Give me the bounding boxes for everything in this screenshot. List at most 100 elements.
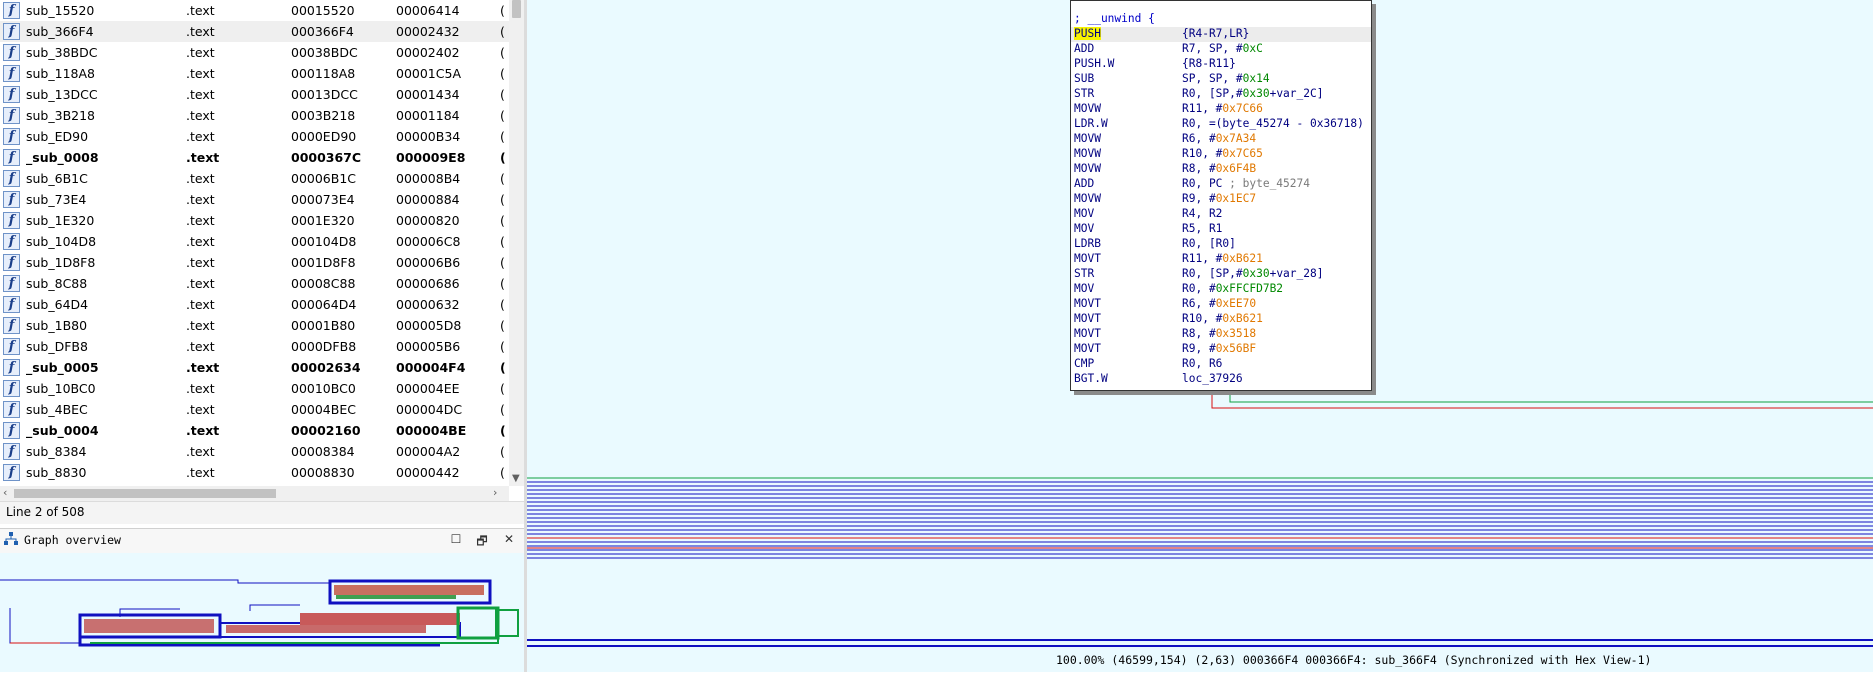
- asm-line[interactable]: MOVW R10, #0x7C65: [1071, 147, 1371, 162]
- function-icon: f: [3, 254, 20, 271]
- asm-line[interactable]: MOV R4, R2: [1071, 207, 1371, 222]
- asm-mnemonic: ADD: [1074, 177, 1095, 190]
- function-name: sub_73E4: [26, 192, 87, 207]
- table-row[interactable]: f sub_38BDC .text 00038BDC 00002402 (: [0, 42, 509, 63]
- restore-icon[interactable]: 🗗: [474, 532, 490, 553]
- function-segment: .text: [186, 150, 220, 165]
- table-row[interactable]: f sub_8C88 .text 00008C88 00000686 (: [0, 273, 509, 294]
- asm-operands: loc_37926: [1182, 372, 1243, 385]
- table-row[interactable]: f sub_104D8 .text 000104D8 000006C8 (: [0, 231, 509, 252]
- table-row[interactable]: f sub_1D8F8 .text 0001D8F8 000006B6 (: [0, 252, 509, 273]
- table-row[interactable]: f sub_118A8 .text 000118A8 00001C5A (: [0, 63, 509, 84]
- asm-line[interactable]: MOVT R6, #0xEE70: [1071, 297, 1371, 312]
- function-name: sub_6B1C: [26, 171, 88, 186]
- table-row[interactable]: f sub_DFB8 .text 0000DFB8 000005B6 (: [0, 336, 509, 357]
- graph-overview-canvas[interactable]: [0, 553, 524, 672]
- function-segment: .text: [186, 339, 215, 354]
- functions-vertical-scrollbar[interactable]: ▼: [509, 0, 524, 486]
- graph-view[interactable]: ; __unwind { PUSH {R4-R7,LR} ADD R7, SP, #0…: [527, 0, 1873, 672]
- asm-operand-part: R7, SP, #: [1182, 42, 1243, 55]
- asm-line[interactable]: CMP R0, R6: [1071, 357, 1371, 372]
- asm-line[interactable]: STR R0, [SP,#0x30+var_28]: [1071, 267, 1371, 282]
- functions-horizontal-scrollbar[interactable]: ‹ ›: [0, 486, 509, 501]
- asm-mnemonic: STR: [1074, 87, 1095, 100]
- asm-line[interactable]: MOV R0, #0xFFCFD7B2: [1071, 282, 1371, 297]
- function-name: sub_366F4: [26, 24, 94, 39]
- function-start: 00008C88: [291, 276, 356, 291]
- asm-line[interactable]: MOV R5, R1: [1071, 222, 1371, 237]
- asm-operand-part: R8, #: [1182, 327, 1216, 340]
- table-row[interactable]: f _sub_0005 .text 00002634 000004F4 (: [0, 357, 509, 378]
- asm-mnemonic: MOV: [1074, 222, 1095, 235]
- asm-line[interactable]: MOVW R9, #0x1EC7: [1071, 192, 1371, 207]
- asm-operand-part: +var_28]: [1269, 267, 1324, 280]
- asm-line[interactable]: STR R0, [SP,#0x30+var_2C]: [1071, 87, 1371, 102]
- asm-operand-part: +var_2C]: [1269, 87, 1324, 100]
- asm-operand-part: 0xC: [1242, 42, 1263, 55]
- asm-line[interactable]: MOVW R8, #0x6F4B: [1071, 162, 1371, 177]
- function-segment: .text: [186, 87, 215, 102]
- close-icon[interactable]: ✕: [501, 532, 517, 546]
- maximize-icon[interactable]: ☐: [448, 532, 464, 546]
- table-row[interactable]: f sub_ED90 .text 0000ED90 00000B34 (: [0, 126, 509, 147]
- asm-operands: R0, [R0]: [1182, 237, 1236, 250]
- asm-operands: R11, #0xB621: [1182, 252, 1263, 265]
- asm-operands: SP, SP, #0x14: [1182, 72, 1270, 85]
- table-row[interactable]: f sub_1B80 .text 00001B80 000005D8 (: [0, 315, 509, 336]
- function-start: 00002634: [291, 360, 361, 375]
- functions-list[interactable]: f sub_15520 .text 00015520 00006414 (f sub_366…: [0, 0, 509, 486]
- function-segment: .text: [186, 24, 215, 39]
- function-segment: .text: [186, 108, 215, 123]
- asm-operand-part: R0, [R0]: [1182, 237, 1236, 250]
- function-extra: (: [500, 129, 505, 144]
- asm-line[interactable]: PUSH {R4-R7,LR}: [1071, 27, 1371, 42]
- asm-line[interactable]: LDRB R0, [R0]: [1071, 237, 1371, 252]
- asm-mnemonic: MOVT: [1074, 252, 1101, 265]
- scroll-left-arrow-icon[interactable]: ‹: [3, 486, 7, 499]
- asm-line[interactable]: BGT.W loc_37926: [1071, 372, 1371, 387]
- table-row[interactable]: f sub_10BC0 .text 00010BC0 000004EE (: [0, 378, 509, 399]
- table-row[interactable]: f sub_1E320 .text 0001E320 00000820 (: [0, 210, 509, 231]
- table-row[interactable]: f _sub_0008 .text 0000367C 000009E8 (: [0, 147, 509, 168]
- table-row[interactable]: f sub_366F4 .text 000366F4 00002432 (: [0, 21, 509, 42]
- asm-line[interactable]: LDR.W R0, =(byte_45274 - 0x36718): [1071, 117, 1371, 132]
- table-row[interactable]: f sub_3B218 .text 0003B218 00001184 (: [0, 105, 509, 126]
- asm-line[interactable]: ADD R7, SP, #0xC: [1071, 42, 1371, 57]
- asm-operand-part: R0, R6: [1182, 357, 1223, 370]
- function-segment: .text: [186, 45, 215, 60]
- asm-line[interactable]: MOVT R10, #0xB621: [1071, 312, 1371, 327]
- function-icon: f: [3, 380, 20, 397]
- graph-overview-minimap[interactable]: [0, 553, 524, 672]
- function-segment: .text: [186, 318, 215, 333]
- table-row[interactable]: f sub_13DCC .text 00013DCC 00001434 (: [0, 84, 509, 105]
- asm-line[interactable]: SUB SP, SP, #0x14: [1071, 72, 1371, 87]
- asm-line[interactable]: MOVT R8, #0x3518: [1071, 327, 1371, 342]
- table-row[interactable]: f sub_8830 .text 00008830 00000442 (: [0, 462, 509, 483]
- table-row[interactable]: f sub_64D4 .text 000064D4 00000632 (: [0, 294, 509, 315]
- table-row[interactable]: f sub_8384 .text 00008384 000004A2 (: [0, 441, 509, 462]
- asm-line[interactable]: MOVW R11, #0x7C66: [1071, 102, 1371, 117]
- asm-line[interactable]: PUSH.W {R8-R11}: [1071, 57, 1371, 72]
- asm-mnemonic: PUSH: [1074, 27, 1101, 40]
- asm-line[interactable]: MOVT R11, #0xB621: [1071, 252, 1371, 267]
- table-row[interactable]: f sub_4BEC .text 00004BEC 000004DC (: [0, 399, 509, 420]
- asm-line[interactable]: ADD R0, PC ; byte_45274: [1071, 177, 1371, 192]
- table-row[interactable]: f sub_6B1C .text 00006B1C 000008B4 (: [0, 168, 509, 189]
- horizontal-scroll-thumb[interactable]: [14, 489, 276, 498]
- asm-line[interactable]: MOVT R9, #0x56BF: [1071, 342, 1371, 357]
- function-segment: .text: [186, 360, 220, 375]
- asm-mnemonic: PUSH.W: [1074, 57, 1115, 70]
- table-row[interactable]: f _sub_0004 .text 00002160 000004BE (: [0, 420, 509, 441]
- graph-overview-icon: [4, 532, 18, 550]
- asm-operand-part: R10, #: [1182, 312, 1223, 325]
- asm-operands: R0, #0xFFCFD7B2: [1182, 282, 1283, 295]
- scroll-right-arrow-icon[interactable]: ›: [493, 486, 497, 499]
- scroll-down-arrow-icon[interactable]: ▼: [512, 473, 520, 484]
- disassembly-block[interactable]: ; __unwind { PUSH {R4-R7,LR} ADD R7, SP, #0…: [1070, 0, 1372, 391]
- table-row[interactable]: f sub_15520 .text 00015520 00006414 (: [0, 0, 509, 21]
- function-extra: (: [500, 192, 505, 207]
- vertical-scroll-thumb[interactable]: [512, 0, 521, 18]
- asm-operands: R9, #0x1EC7: [1182, 192, 1256, 205]
- table-row[interactable]: f sub_73E4 .text 000073E4 00000884 (: [0, 189, 509, 210]
- asm-line[interactable]: MOVW R6, #0x7A34: [1071, 132, 1371, 147]
